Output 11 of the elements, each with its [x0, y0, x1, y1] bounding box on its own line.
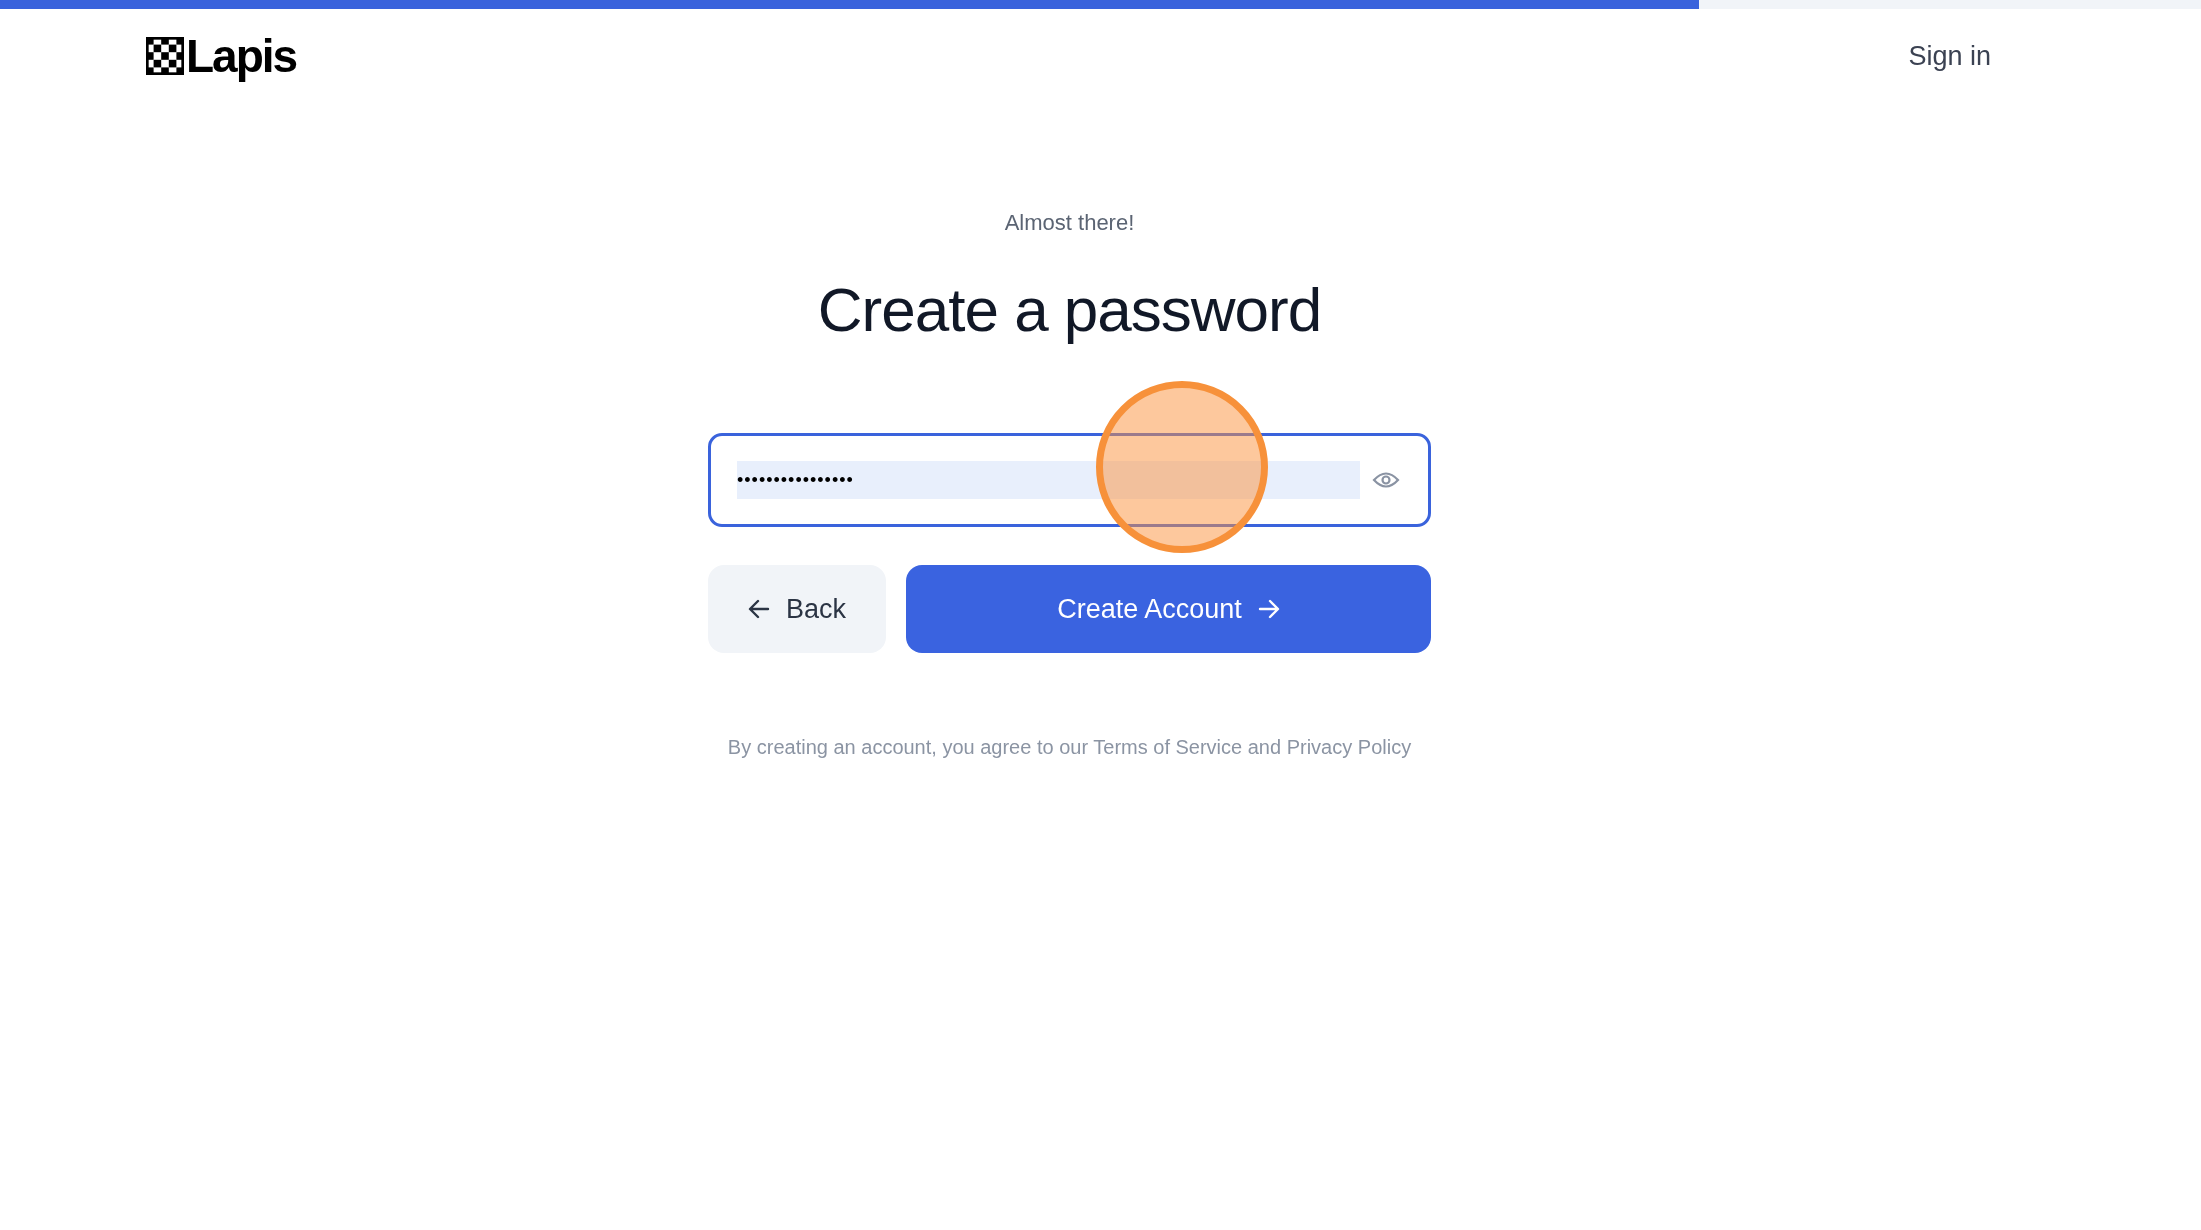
back-button[interactable]: Back — [708, 565, 886, 653]
sign-in-link[interactable]: Sign in — [1908, 35, 1991, 77]
subtitle: Almost there! — [1004, 209, 1135, 237]
password-field[interactable]: •••••••••••••••• — [708, 433, 1431, 527]
terms-notice: By creating an account, you agree to our Terms of Service and Privacy Policy — [727, 735, 1412, 760]
logo-icon — [146, 37, 184, 75]
create-account-button[interactable]: Create Account — [906, 565, 1431, 653]
eye-icon[interactable] — [1372, 470, 1400, 490]
password-value: •••••••••••••••• — [737, 468, 854, 492]
arrow-left-icon — [748, 599, 770, 619]
arrow-right-icon — [1257, 599, 1280, 619]
